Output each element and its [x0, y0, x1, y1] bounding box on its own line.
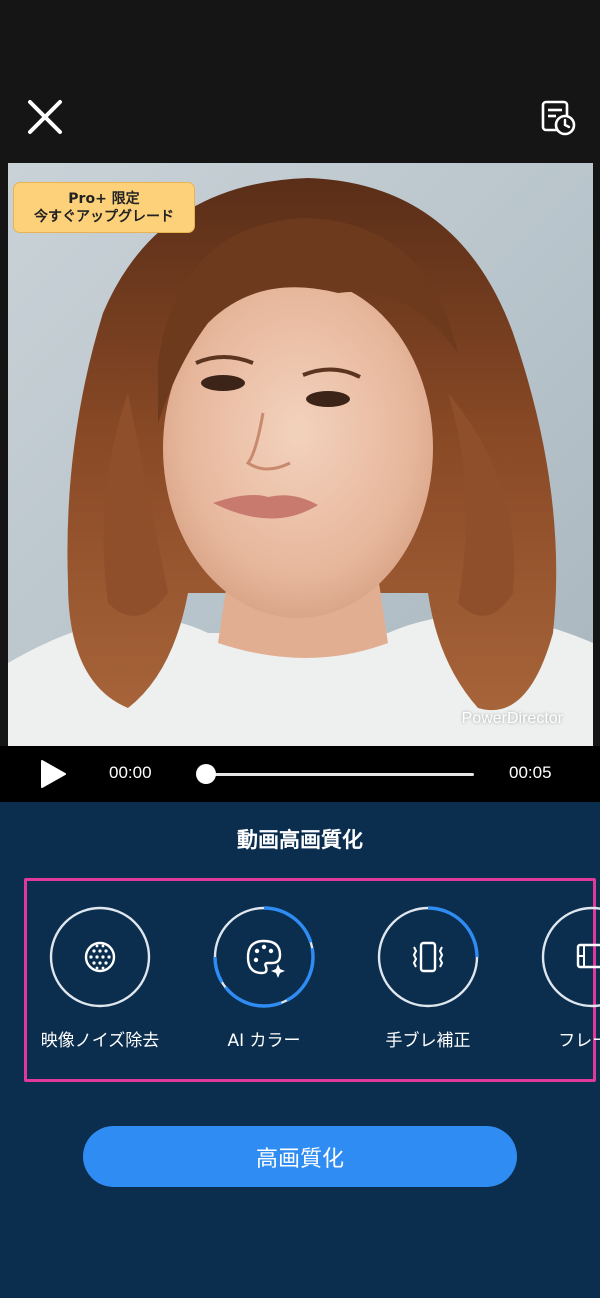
close-icon[interactable]: [24, 96, 66, 138]
pro-upgrade-badge[interactable]: Pro+ 限定 今すぐアップグレード: [13, 182, 195, 233]
total-time: 00:05: [509, 763, 552, 782]
noise-dots-icon: [49, 906, 151, 1008]
tool-label: AI カラー: [227, 1031, 301, 1051]
enhance-button[interactable]: 高画質化: [83, 1126, 517, 1187]
seek-thumb[interactable]: [196, 764, 216, 784]
seek-track[interactable]: [206, 773, 474, 776]
tool-noise-reduction[interactable]: 映像ノイズ除去: [28, 902, 168, 1052]
tool-ai-color[interactable]: AI カラー: [192, 902, 332, 1052]
tool-stabilization[interactable]: 手ブレ補正: [356, 902, 496, 1052]
tool-carousel[interactable]: 映像ノイズ除去 AI カラー 手ブレ補正 フレ: [0, 902, 600, 1062]
tool-frame[interactable]: フレーム: [520, 902, 600, 1052]
panel-title: 動画高画質化: [237, 828, 363, 852]
video-preview[interactable]: Pro+ 限定 今すぐアップグレード PowerDirector: [8, 163, 593, 746]
badge-line-2: 今すぐアップグレード: [34, 208, 174, 225]
watermark-text: PowerDirector: [461, 710, 563, 727]
film-frame-icon: [541, 906, 600, 1008]
enhance-panel: 動画高画質化 映像ノイズ除去 AI カラー 手ブレ補正 フレ 高画質化: [0, 802, 600, 1298]
portrait-image: [8, 178, 593, 746]
phone-shake-icon: [377, 906, 479, 1008]
top-bar: [0, 0, 600, 163]
app-root: Pro+ 限定 今すぐアップグレード PowerDirector 00:00 0…: [0, 0, 600, 1298]
badge-line-1: Pro+ 限定: [68, 190, 140, 207]
tool-label: 手ブレ補正: [385, 1031, 471, 1051]
history-clock-icon[interactable]: [538, 98, 578, 138]
tool-label: フレーム: [558, 1031, 600, 1051]
playback-bar: 00:00 00:05: [0, 746, 600, 802]
play-icon[interactable]: [38, 758, 68, 790]
tool-label: 映像ノイズ除去: [40, 1031, 160, 1051]
palette-sparkle-icon: [213, 906, 315, 1008]
current-time: 00:00: [109, 763, 152, 782]
